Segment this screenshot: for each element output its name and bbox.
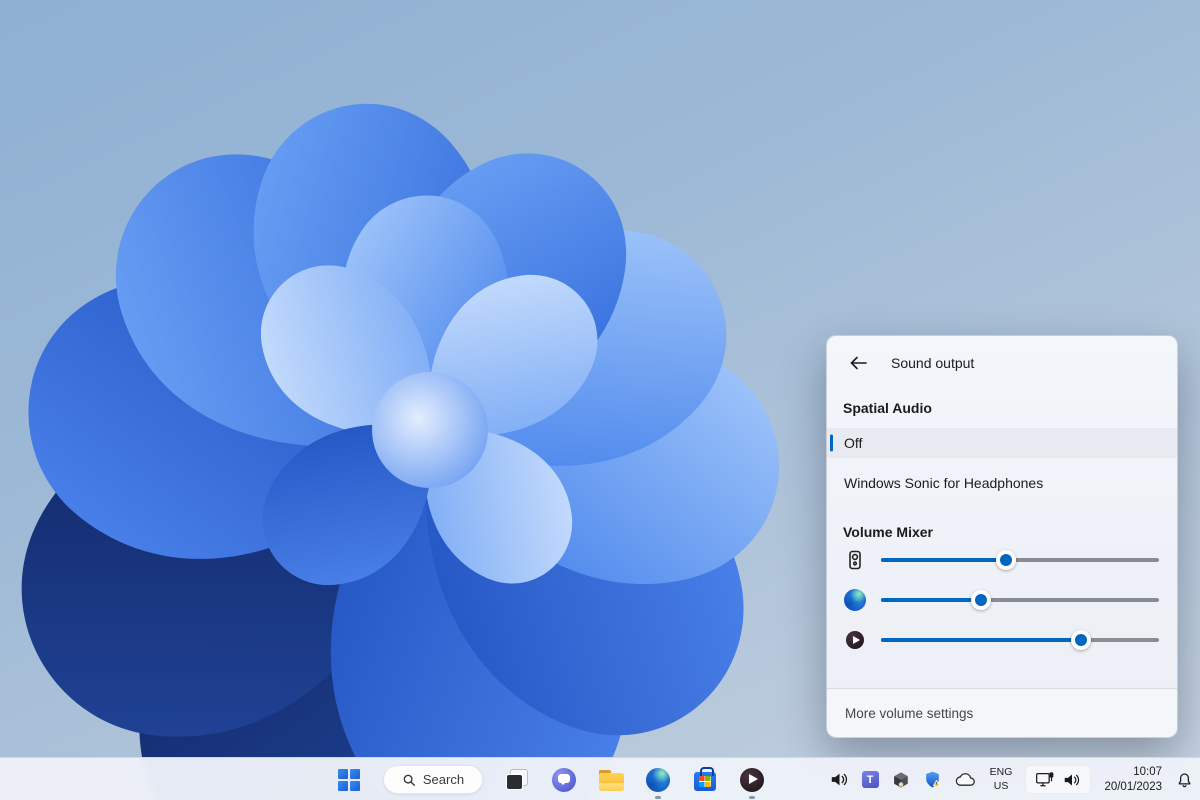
search-icon [402, 773, 416, 787]
spatial-audio-option-windows-sonic[interactable]: Windows Sonic for Headphones [827, 468, 1177, 498]
tray-teams-button[interactable]: T [862, 771, 879, 788]
search-label: Search [423, 772, 464, 787]
quick-settings-button[interactable] [1025, 765, 1091, 794]
volume-slider-edge[interactable] [881, 590, 1159, 610]
left-arrow-icon [850, 356, 867, 370]
flyout-title: Sound output [891, 355, 974, 371]
slider-thumb[interactable] [971, 590, 991, 610]
clock-date: 20/01/2023 [1104, 780, 1162, 795]
notification-center-button[interactable] [1175, 770, 1194, 789]
selection-accent-bar [830, 435, 833, 452]
network-icon [1035, 771, 1055, 788]
flyout-header: Sound output [827, 336, 1177, 374]
volume-mixer-label: Volume Mixer [827, 524, 1177, 540]
edge-icon [646, 768, 670, 792]
chat-bubble-icon [552, 768, 576, 792]
media-player-icon [843, 628, 867, 652]
language-line1: ENG [990, 766, 1013, 779]
more-volume-settings-link[interactable]: More volume settings [827, 689, 1177, 737]
shield-warning-icon [923, 770, 942, 789]
volume-slider-media-player[interactable] [881, 630, 1159, 650]
edge-icon [843, 588, 867, 612]
task-view-icon [505, 768, 529, 792]
taskbar-item-chat[interactable] [551, 767, 577, 793]
teams-icon: T [862, 771, 879, 788]
back-button[interactable] [845, 352, 871, 374]
taskbar-item-edge[interactable] [645, 767, 671, 793]
search-button[interactable]: Search [383, 765, 483, 794]
running-indicator [655, 796, 661, 799]
slider-fill [881, 558, 1006, 562]
folder-icon [599, 770, 624, 791]
start-button[interactable] [336, 767, 362, 793]
speaker-device-icon [843, 548, 867, 572]
sound-output-flyout: Sound output Spatial Audio Off Windows S… [826, 335, 1178, 738]
cube-icon [892, 771, 910, 789]
mixer-row-system [827, 540, 1177, 580]
tray-onedrive-button[interactable] [955, 772, 977, 787]
slider-fill [881, 598, 981, 602]
language-indicator[interactable]: ENG US [990, 766, 1013, 792]
tray-volume-button[interactable] [830, 771, 849, 788]
tray-app-box-button[interactable] [892, 771, 910, 789]
store-bag-icon [694, 772, 716, 791]
taskbar-item-task-view[interactable] [504, 767, 530, 793]
spatial-audio-option-off[interactable]: Off [827, 428, 1177, 458]
running-indicator [749, 796, 755, 799]
mixer-row-edge [827, 580, 1177, 620]
spatial-audio-label: Spatial Audio [827, 400, 1177, 416]
taskbar-item-microsoft-store[interactable] [692, 767, 718, 793]
system-tray: T [830, 758, 1194, 800]
clock[interactable]: 10:07 20/01/2023 [1104, 765, 1162, 795]
slider-thumb[interactable] [996, 550, 1016, 570]
slider-thumb[interactable] [1071, 630, 1091, 650]
play-circle-icon [740, 768, 764, 792]
mixer-row-media-player [827, 620, 1177, 660]
slider-fill [881, 638, 1081, 642]
tray-security-button[interactable] [923, 770, 942, 789]
taskbar-item-media-player[interactable] [739, 767, 765, 793]
taskbar: Search [0, 757, 1200, 800]
option-label: Off [844, 435, 862, 451]
taskbar-app-group: Search [336, 758, 765, 800]
clock-time: 10:07 [1104, 765, 1162, 780]
volume-slider-system[interactable] [881, 550, 1159, 570]
windows-logo-icon [338, 769, 360, 791]
cloud-icon [955, 772, 977, 787]
option-label: Windows Sonic for Headphones [844, 475, 1043, 491]
language-line2: US [990, 780, 1013, 793]
speaker-icon [830, 771, 849, 788]
speaker-icon [1063, 772, 1081, 788]
bell-icon [1175, 770, 1194, 789]
taskbar-item-file-explorer[interactable] [598, 767, 624, 793]
